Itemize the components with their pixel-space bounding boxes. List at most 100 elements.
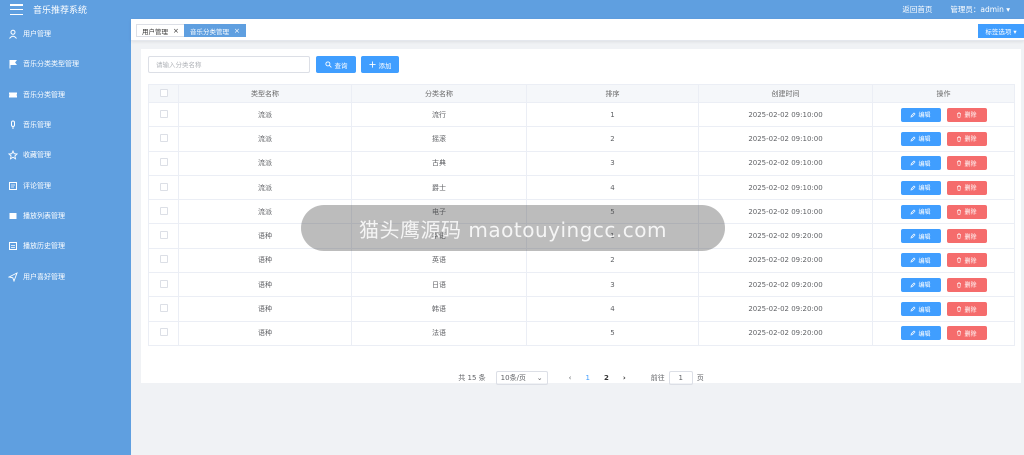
delete-button[interactable]: 删除 xyxy=(946,204,987,219)
delete-button[interactable]: 删除 xyxy=(946,229,987,244)
tab-user-management[interactable]: 用户管理 × xyxy=(136,24,185,37)
created-time-cell: 2025-02-02 09:20:00 xyxy=(698,296,873,322)
close-icon[interactable]: × xyxy=(234,27,240,35)
edit-button[interactable]: 编辑 xyxy=(900,156,941,171)
menu-toggle-icon[interactable] xyxy=(10,4,23,15)
edit-icon xyxy=(911,112,916,118)
delete-button[interactable]: 删除 xyxy=(946,180,987,195)
row-checkbox[interactable] xyxy=(159,206,168,215)
next-page-button[interactable]: › xyxy=(623,374,626,382)
tab-category-management[interactable]: 音乐分类管理 × xyxy=(184,24,246,37)
created-time-cell: 2025-02-02 09:10:00 xyxy=(698,126,873,152)
sidebar-item-category[interactable]: 音乐分类管理 xyxy=(0,80,131,110)
search-icon xyxy=(324,61,332,68)
row-checkbox[interactable] xyxy=(159,158,168,167)
actions-cell: 编辑 删除 xyxy=(872,248,1015,274)
page-size-select[interactable]: 10条/页 ⌄ xyxy=(495,371,548,385)
table-row: 流派 爵士 4 2025-02-02 09:10:00 编辑 删除 xyxy=(148,175,1015,201)
prev-page-button[interactable]: ‹ xyxy=(569,374,572,382)
user-icon xyxy=(9,29,17,39)
sidebar-item-category-type[interactable]: 音乐分类类型管理 xyxy=(0,49,131,79)
edit-button[interactable]: 编辑 xyxy=(900,107,941,122)
actions-cell: 编辑 删除 xyxy=(872,321,1015,346)
sidebar-item-history[interactable]: 播放历史管理 xyxy=(0,231,131,261)
page-number[interactable]: 2 xyxy=(604,374,609,382)
row-select-cell xyxy=(148,126,179,152)
created-time-cell: 2025-02-02 09:20:00 xyxy=(698,272,873,298)
select-all-cell xyxy=(148,84,179,103)
trash-icon xyxy=(957,112,962,118)
sidebar-item-user[interactable]: 用户管理 xyxy=(0,19,131,49)
goto-page-input[interactable]: 1 xyxy=(668,371,693,385)
delete-button[interactable]: 删除 xyxy=(946,107,987,122)
page-number[interactable]: 1 xyxy=(585,374,589,382)
delete-button[interactable]: 删除 xyxy=(946,156,987,171)
sidebar-item-playlists[interactable]: 播放列表管理 xyxy=(0,201,131,231)
row-checkbox[interactable] xyxy=(159,231,168,240)
delete-button-label: 删除 xyxy=(964,160,977,168)
edit-button[interactable]: 编辑 xyxy=(900,302,941,317)
trash-icon xyxy=(957,282,962,288)
home-link[interactable]: 返回首页 xyxy=(902,4,932,15)
close-icon[interactable]: × xyxy=(173,27,179,35)
edit-button[interactable]: 编辑 xyxy=(900,253,941,268)
created-time-cell: 2025-02-02 09:10:00 xyxy=(698,175,873,201)
search-input[interactable] xyxy=(148,56,310,73)
row-checkbox[interactable] xyxy=(159,182,168,191)
header-right: 返回首页 管理员：admin ▾ xyxy=(884,0,1010,19)
column-header[interactable]: 分类名称 xyxy=(351,84,527,103)
row-checkbox[interactable] xyxy=(159,255,168,264)
type-name-cell: 流派 xyxy=(178,126,352,152)
sidebar-item-music[interactable]: 音乐管理 xyxy=(0,110,131,140)
sort-cell: 1 xyxy=(526,102,699,128)
delete-button-label: 删除 xyxy=(964,282,977,290)
column-header[interactable]: 类型名称 xyxy=(178,84,352,103)
edit-button[interactable]: 编辑 xyxy=(900,229,941,244)
column-header[interactable]: 创建时间 xyxy=(698,84,873,103)
delete-button[interactable]: 删除 xyxy=(946,253,987,268)
page-size-value: 10条/页 xyxy=(500,374,526,382)
watermark: 猫头鹰源码 maotouyingcc.com xyxy=(301,205,725,251)
sidebar-item-preferences[interactable]: 用户喜好管理 xyxy=(0,261,131,291)
delete-button[interactable]: 删除 xyxy=(946,277,987,292)
delete-button[interactable]: 删除 xyxy=(946,302,987,317)
row-select-cell xyxy=(148,272,179,298)
edit-icon xyxy=(911,233,916,239)
row-checkbox[interactable] xyxy=(159,328,168,337)
delete-button[interactable]: 删除 xyxy=(946,131,987,146)
edit-button[interactable]: 编辑 xyxy=(900,131,941,146)
select-all-checkbox[interactable] xyxy=(159,88,168,97)
goto-label: 前往 xyxy=(650,374,665,382)
edit-button[interactable]: 编辑 xyxy=(900,180,941,195)
delete-button-label: 删除 xyxy=(964,306,977,314)
row-checkbox[interactable] xyxy=(159,133,168,142)
edit-button[interactable]: 编辑 xyxy=(900,326,941,341)
trash-icon xyxy=(957,160,962,166)
sidebar-item-comments[interactable]: 评论管理 xyxy=(0,170,131,200)
delete-button[interactable]: 删除 xyxy=(946,326,987,341)
type-name-cell: 流派 xyxy=(178,102,352,128)
column-header: 操作 xyxy=(872,84,1015,103)
user-menu[interactable]: 管理员：admin ▾ xyxy=(950,4,1010,15)
query-button-label: 查询 xyxy=(334,61,348,70)
row-select-cell xyxy=(148,248,179,274)
add-button[interactable]: 添加 xyxy=(361,56,399,73)
row-checkbox[interactable] xyxy=(159,109,168,118)
row-checkbox[interactable] xyxy=(159,304,168,313)
row-select-cell xyxy=(148,223,179,249)
created-time-cell: 2025-02-02 09:10:00 xyxy=(698,151,873,176)
actions-cell: 编辑 删除 xyxy=(872,175,1015,201)
edit-button[interactable]: 编辑 xyxy=(900,277,941,292)
query-button[interactable]: 查询 xyxy=(316,56,356,73)
edit-button[interactable]: 编辑 xyxy=(900,204,941,219)
row-checkbox[interactable] xyxy=(159,279,168,288)
sidebar-item-favorites[interactable]: 收藏管理 xyxy=(0,140,131,170)
tab-options-button[interactable]: 标签选项 ▾ xyxy=(978,24,1024,38)
column-header[interactable]: 排序 xyxy=(526,84,699,103)
table-row: 流派 流行 1 2025-02-02 09:10:00 编辑 删除 xyxy=(148,102,1015,128)
created-time-cell: 2025-02-02 09:10:00 xyxy=(698,102,873,128)
sidebar-item-label: 音乐分类管理 xyxy=(23,90,65,99)
edit-button-label: 编辑 xyxy=(918,185,931,193)
type-name-cell: 语种 xyxy=(178,248,352,274)
created-time-cell: 2025-02-02 09:10:00 xyxy=(698,199,873,225)
